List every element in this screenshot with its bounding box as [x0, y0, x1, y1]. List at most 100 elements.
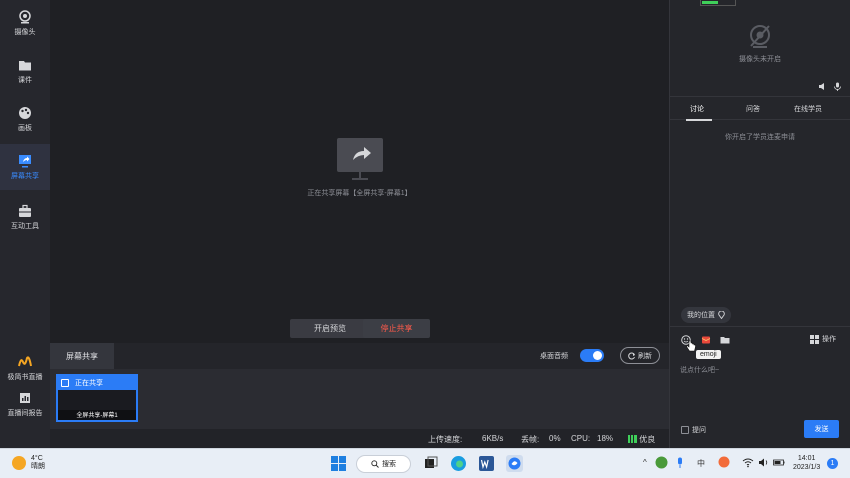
upload-speed-value: 6KB/s: [482, 434, 504, 443]
sidebar-item-label: 互动工具: [11, 222, 39, 230]
sidebar-item-label: 画板: [18, 124, 32, 132]
question-label: 提问: [692, 427, 706, 434]
system-clock[interactable]: 14:01 2023/1/3: [793, 454, 820, 472]
tray-microphone-icon[interactable]: [675, 457, 685, 469]
thumbnail-status: 正在共享: [75, 380, 103, 387]
sidebar-item-interactive-tools[interactable]: 互动工具: [0, 194, 50, 240]
camera-icon: [19, 9, 31, 23]
ime-indicator[interactable]: 中: [697, 458, 705, 469]
sidebar-item-label: 屏幕共享: [11, 172, 39, 180]
source-tabbar: 屏幕共享 桌面音频 刷新: [50, 343, 669, 369]
camera-off-label: 摄像头未开启: [739, 56, 781, 63]
search-label: 搜索: [382, 461, 396, 468]
tray-app-icon[interactable]: [655, 456, 668, 469]
monitor-share-icon: [336, 138, 383, 172]
volume-meter: [700, 0, 736, 6]
sidebar-item-label: 课件: [18, 76, 32, 84]
toolbox-icon: [19, 204, 31, 217]
sidebar-item-label: 摄像头: [14, 28, 36, 36]
sidebar-item-palette[interactable]: 画板: [0, 96, 50, 142]
weather-desc: 晴朗: [31, 463, 45, 470]
sidebar-item-screen-share[interactable]: 屏幕共享: [0, 144, 50, 190]
thumbnail-header: 正在共享: [58, 376, 136, 390]
brand-logo-icon: [18, 355, 32, 366]
desktop-audio-toggle[interactable]: [580, 349, 604, 362]
network-quality: 优良: [628, 434, 655, 445]
screen-thumbnail[interactable]: 正在共享 全屏共享-屏幕1: [56, 374, 138, 422]
hand-cursor-icon: [686, 340, 696, 352]
sidebar-live-report[interactable]: 直播间报告: [0, 381, 50, 427]
battery-icon[interactable]: [773, 457, 785, 468]
clock-date: 2023/1/3: [793, 464, 821, 471]
frame-loss-label: 丢帧:: [521, 435, 540, 444]
chat-input[interactable]: 说点什么吧~: [680, 365, 719, 375]
sidebar-item-label: 极简书直播: [7, 373, 43, 381]
tray-expand-icon[interactable]: ^: [643, 458, 647, 467]
share-source-panel: 屏幕共享 桌面音频 刷新 正在共享 全屏共享-屏幕1 上传速度: 6KB/s 丢…: [50, 343, 669, 448]
folder-icon[interactable]: [720, 335, 730, 345]
edge-browser-icon[interactable]: [450, 455, 467, 472]
app-window: 摄像头 课件 画板 屏幕共享 互动工具 极简书直播 直播间报告 正在共享屏幕【全…: [0, 0, 850, 448]
emoji-tooltip: emoji: [696, 350, 721, 359]
windows-start-icon[interactable]: [330, 455, 347, 472]
weather-widget[interactable]: 4°C 晴朗: [12, 455, 45, 471]
location-chip[interactable]: 我的位置: [681, 307, 731, 323]
cpu-value: 18%: [597, 434, 614, 443]
tray-sogou-icon[interactable]: [718, 456, 730, 468]
screen-share-icon: [19, 154, 31, 167]
task-view-icon[interactable]: [422, 455, 439, 472]
refresh-button[interactable]: 刷新: [620, 347, 660, 364]
checkbox-box: [681, 426, 689, 434]
refresh-icon: [628, 352, 635, 359]
frame-loss-value: 0%: [549, 434, 561, 443]
sidebar-item-courseware[interactable]: 课件: [0, 48, 50, 94]
share-status-text: 正在共享屏幕【全屏共享-屏幕1】: [307, 190, 412, 197]
courseware-icon: [19, 60, 31, 70]
weather-temp: 4°C: [31, 455, 43, 462]
volume-icon[interactable]: [758, 457, 769, 468]
microphone-icon[interactable]: [833, 82, 842, 91]
live-app-icon[interactable]: [506, 455, 523, 472]
tab-online-students[interactable]: 在线学员: [794, 104, 822, 114]
system-notice: 你开启了学员连麦申请: [725, 134, 795, 141]
tab-discussion[interactable]: 讨论: [690, 104, 704, 114]
wifi-icon[interactable]: [742, 457, 754, 468]
send-button[interactable]: 发送: [804, 420, 839, 438]
share-stage: 正在共享屏幕【全屏共享-屏幕1】 开启预览 停止共享: [50, 0, 669, 343]
right-panel: 摄像头未开启 讨论 问答 在线学员 你开启了学员连麦申请 我的位置 操作 emo…: [669, 0, 850, 448]
cpu-label: CPU:: [571, 434, 591, 443]
search-icon: [371, 460, 379, 468]
chat-tabs: 讨论 问答 在线学员: [670, 96, 850, 121]
tab-screen-share[interactable]: 屏幕共享: [50, 343, 114, 369]
status-bar: 上传速度: 6KB/s 丢帧: 0% CPU: 18% 优良: [50, 429, 669, 448]
speaker-icon[interactable]: [818, 82, 827, 91]
camera-off-area: 摄像头未开启: [670, 24, 850, 64]
location-pin-icon: [718, 311, 725, 319]
upload-speed-label: 上传速度:: [428, 435, 463, 444]
sidebar-item-label: 直播间报告: [7, 409, 43, 417]
preview-button[interactable]: 开启预览: [290, 319, 370, 338]
question-checkbox[interactable]: 提问: [681, 425, 706, 435]
media-controls: [818, 82, 842, 91]
clock-time: 14:01: [797, 455, 816, 462]
share-placeholder: 正在共享屏幕【全屏共享-屏幕1】: [50, 138, 669, 198]
tab-qa[interactable]: 问答: [746, 104, 760, 114]
refresh-label: 刷新: [638, 352, 652, 360]
weather-sun-icon: [12, 456, 26, 470]
camera-off-icon: [750, 25, 770, 48]
active-tab-indicator: [686, 119, 712, 121]
operations-label: 操作: [822, 336, 836, 343]
stop-share-button[interactable]: 停止共享: [363, 319, 430, 338]
taskbar-search[interactable]: 搜索: [356, 455, 411, 473]
grid-icon: [810, 334, 819, 344]
signal-bars-icon: [628, 435, 637, 443]
notification-badge[interactable]: 1: [827, 458, 838, 469]
left-sidebar: 摄像头 课件 画板 屏幕共享 互动工具 极简书直播 直播间报告: [0, 0, 50, 448]
sidebar-item-camera[interactable]: 摄像头: [0, 0, 50, 46]
operations-menu[interactable]: 操作: [810, 334, 836, 344]
palette-icon: [19, 106, 31, 119]
thumbnail-caption: 全屏共享-屏幕1: [58, 410, 136, 420]
thumbnail-checkbox: [61, 379, 69, 387]
word-app-icon[interactable]: [478, 455, 495, 472]
red-envelope-icon[interactable]: [701, 335, 711, 345]
